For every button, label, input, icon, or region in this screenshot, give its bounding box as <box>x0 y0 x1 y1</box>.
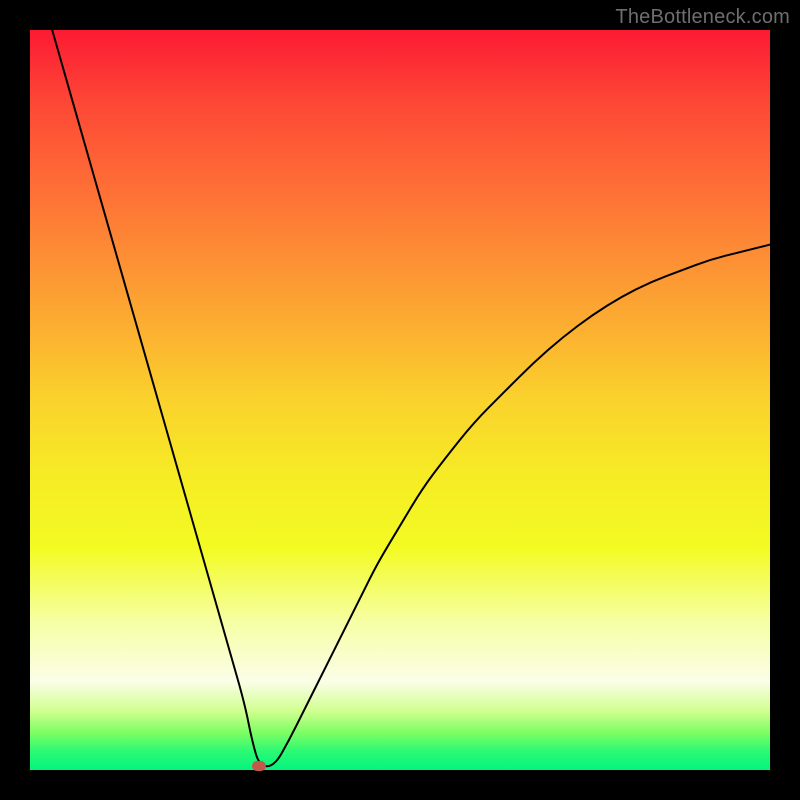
bottleneck-curve <box>52 30 770 766</box>
chart-container: TheBottleneck.com <box>0 0 800 800</box>
plot-area <box>30 30 770 770</box>
curve-svg <box>30 30 770 770</box>
watermark-text: TheBottleneck.com <box>615 6 790 29</box>
